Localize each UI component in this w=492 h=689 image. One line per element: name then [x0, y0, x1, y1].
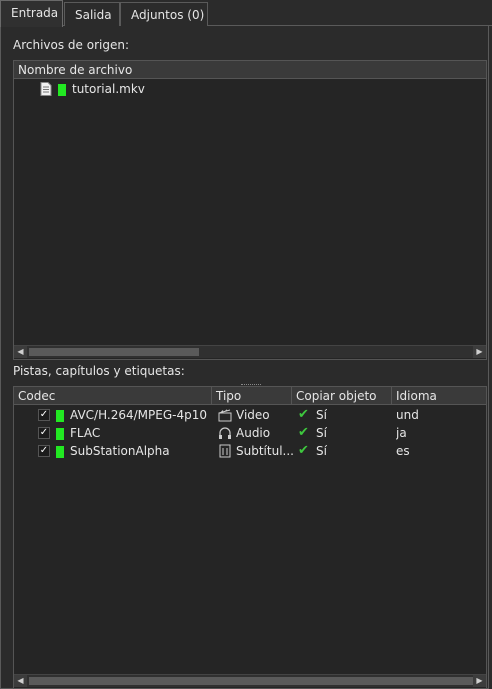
track-color-marker: [56, 425, 64, 443]
track-type: Audio: [236, 426, 271, 440]
track-copy: Sí: [316, 408, 327, 422]
track-row[interactable]: ✓ FLAC Audio ✔ Sí ja: [14, 424, 486, 442]
track-codec: FLAC: [70, 426, 101, 440]
track-color-marker: [56, 407, 64, 425]
column-header-language[interactable]: Idioma: [392, 387, 488, 405]
track-checkbox[interactable]: ✓: [38, 427, 50, 439]
file-color-marker: [58, 81, 66, 99]
scroll-right-icon[interactable]: ▶: [473, 346, 486, 358]
source-files-list[interactable]: Nombre de archivo tutorial.mkv ◀ ▶: [13, 60, 487, 360]
tracks-header: Codec Tipo Copiar objeto Idioma: [14, 387, 486, 405]
scroll-right-icon[interactable]: ▶: [473, 675, 486, 687]
tracks-hscrollbar[interactable]: ◀ ▶: [14, 674, 486, 687]
track-language: es: [396, 444, 410, 458]
tab-salida-label: Salida: [75, 8, 112, 22]
column-header-filename[interactable]: Nombre de archivo: [14, 61, 488, 79]
track-row[interactable]: ✓ AVC/H.264/MPEG-4p10 Video ✔ Sí und: [14, 406, 486, 424]
track-language: und: [396, 408, 419, 422]
source-files-label: Archivos de origen:: [13, 38, 129, 52]
track-color-marker: [56, 443, 64, 461]
tab-adjuntos[interactable]: Adjuntos (0): [120, 2, 208, 26]
file-name: tutorial.mkv: [72, 82, 145, 96]
tracks-list[interactable]: Codec Tipo Copiar objeto Idioma ✓ AVC/H.…: [13, 386, 487, 689]
track-checkbox[interactable]: ✓: [38, 445, 50, 457]
scroll-thumb[interactable]: [29, 677, 473, 685]
tab-bar: Entrada Salida Adjuntos (0): [0, 0, 492, 27]
column-header-codec[interactable]: Codec: [14, 387, 212, 405]
file-icon: [40, 82, 52, 100]
tab-salida[interactable]: Salida: [64, 2, 120, 26]
scroll-left-icon[interactable]: ◀: [14, 346, 27, 358]
tab-entrada-label: Entrada: [11, 6, 59, 20]
checkmark-icon: ✔: [298, 407, 309, 422]
track-type: Subtítul...: [236, 444, 294, 458]
tracks-label: Pistas, capítulos y etiquetas:: [13, 364, 185, 378]
track-copy: Sí: [316, 426, 327, 440]
input-tab-content: Archivos de origen: Nombre de archivo tu…: [0, 26, 489, 689]
file-row[interactable]: tutorial.mkv: [14, 80, 486, 98]
subtitle-icon: [218, 444, 232, 462]
track-checkbox[interactable]: ✓: [38, 409, 50, 421]
column-header-copy[interactable]: Copiar objeto: [292, 387, 392, 405]
scroll-thumb[interactable]: [29, 348, 199, 356]
checkmark-icon: ✔: [298, 425, 309, 440]
source-files-header: Nombre de archivo: [14, 61, 486, 79]
tab-adjuntos-label: Adjuntos (0): [131, 8, 205, 22]
track-language: ja: [396, 426, 407, 440]
tab-entrada[interactable]: Entrada: [0, 0, 63, 27]
track-type: Video: [236, 408, 270, 422]
track-row[interactable]: ✓ SubStationAlpha Subtítul... ✔ Sí es: [14, 442, 486, 460]
track-copy: Sí: [316, 444, 327, 458]
scroll-left-icon[interactable]: ◀: [14, 675, 27, 687]
source-files-hscrollbar[interactable]: ◀ ▶: [14, 345, 486, 358]
column-header-type[interactable]: Tipo: [212, 387, 292, 405]
checkmark-icon: ✔: [298, 443, 309, 458]
track-codec: AVC/H.264/MPEG-4p10: [70, 408, 207, 422]
track-codec: SubStationAlpha: [70, 444, 170, 458]
